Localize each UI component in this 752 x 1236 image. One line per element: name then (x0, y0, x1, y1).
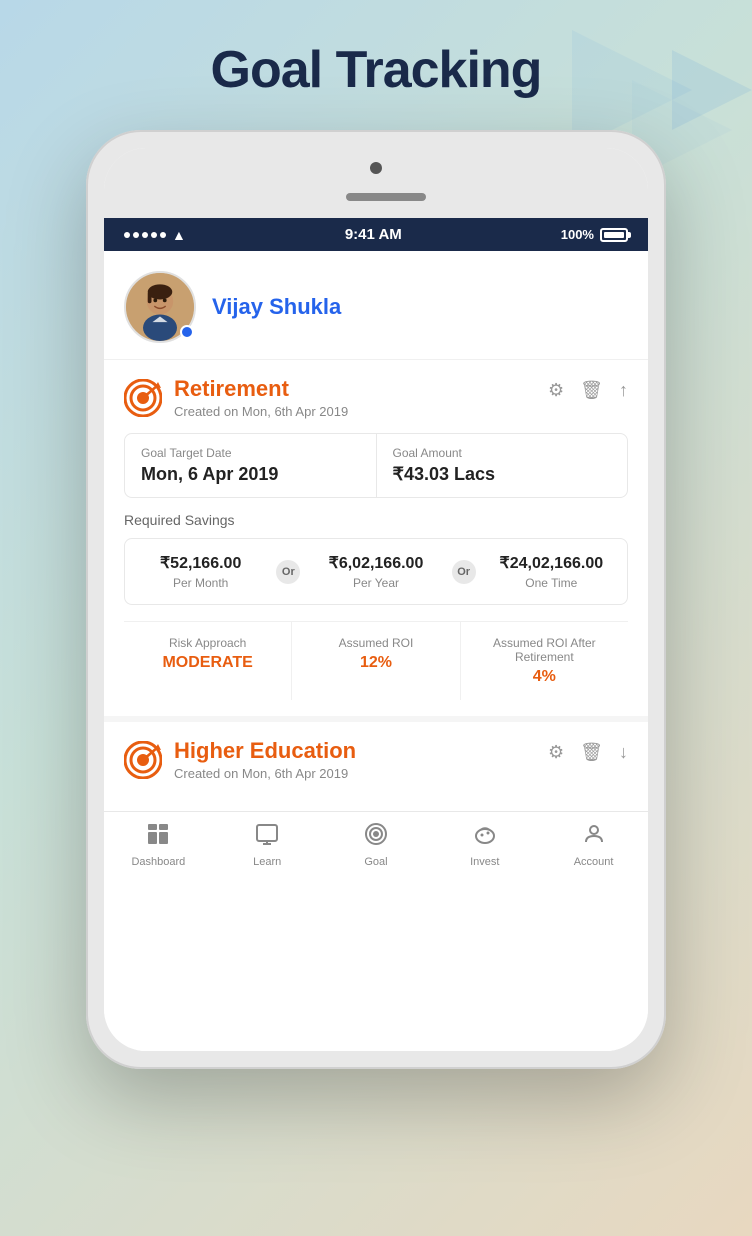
goal1-icon (124, 379, 162, 417)
battery-percentage: 100% (561, 227, 594, 242)
goal1-target-date-value: Mon, 6 Apr 2019 (141, 464, 360, 485)
user-name: Vijay Shukla (212, 294, 341, 320)
goal1-settings-icon[interactable]: ⚙ (548, 380, 564, 401)
signal-dot-3 (142, 232, 148, 238)
goal1-target-date-cell: Goal Target Date Mon, 6 Apr 2019 (125, 434, 377, 497)
roi-label: Assumed ROI (304, 636, 447, 650)
goal2-actions[interactable]: ⚙ 🗑 ↓ (548, 738, 628, 763)
goal1-target-date-label: Goal Target Date (141, 446, 360, 460)
status-signal: ▲ (124, 227, 186, 243)
page-title: Goal Tracking (0, 40, 752, 100)
status-battery: 100% (561, 227, 628, 242)
risk-value: MODERATE (136, 654, 279, 672)
nav-account-label: Account (574, 856, 614, 868)
savings-row: ₹52,166.00 Per Month Or ₹6,02,166.00 Per… (124, 538, 628, 605)
signal-dot-5 (160, 232, 166, 238)
goal2-settings-icon[interactable]: ⚙ (548, 742, 564, 763)
goal1-delete-icon[interactable]: 🗑 (580, 380, 603, 401)
dashboard-icon (146, 822, 170, 852)
goal1-info-row: Goal Target Date Mon, 6 Apr 2019 Goal Am… (124, 433, 628, 498)
avatar-container (124, 271, 196, 343)
avatar-status-dot (180, 325, 194, 339)
phone-frame: ▲ 9:41 AM 100% (86, 130, 666, 1069)
nav-goal[interactable]: Goal (322, 822, 431, 868)
app-content: Vijay Shukla (104, 251, 648, 1051)
nav-dashboard[interactable]: Dashboard (104, 822, 213, 868)
phone-camera (370, 162, 382, 174)
goal2-name: Higher Education (174, 738, 356, 764)
goal1-created: Created on Mon, 6th Apr 2019 (174, 404, 348, 419)
assumed-roi-cell: Assumed ROI 12% (292, 622, 460, 700)
nav-dashboard-label: Dashboard (131, 856, 185, 868)
goal1-header: Retirement Created on Mon, 6th Apr 2019 … (124, 376, 628, 419)
goal1-amount-cell: Goal Amount ₹43.03 Lacs (377, 434, 628, 497)
invest-icon (473, 822, 497, 852)
savings-yearly: ₹6,02,166.00 Per Year (300, 553, 451, 590)
goal1-amount-value: ₹43.03 Lacs (393, 464, 612, 485)
higher-edu-goal-section: Higher Education Created on Mon, 6th Apr… (104, 722, 648, 811)
savings-label: Required Savings (124, 512, 628, 528)
learn-icon (255, 822, 279, 852)
phone-top-bezel (104, 148, 648, 218)
goal1-actions[interactable]: ⚙ 🗑 ↑ (548, 376, 628, 401)
savings-onetime: ₹24,02,166.00 One Time (476, 553, 627, 590)
phone-ear-area (326, 193, 426, 201)
page-title-area: Goal Tracking (0, 0, 752, 130)
phone-inner: ▲ 9:41 AM 100% (104, 148, 648, 1051)
savings-yearly-amount: ₹6,02,166.00 (308, 553, 443, 573)
roi-after-value: 4% (473, 668, 616, 686)
nav-learn-label: Learn (253, 856, 281, 868)
retirement-goal-section: Retirement Created on Mon, 6th Apr 2019 … (104, 360, 648, 722)
signal-dot-2 (133, 232, 139, 238)
nav-account[interactable]: Account (539, 822, 648, 868)
goal1-expand-icon[interactable]: ↑ (619, 380, 628, 401)
goal2-created: Created on Mon, 6th Apr 2019 (174, 766, 356, 781)
goal2-header: Higher Education Created on Mon, 6th Apr… (124, 738, 628, 781)
status-bar: ▲ 9:41 AM 100% (104, 218, 648, 251)
nav-learn[interactable]: Learn (213, 822, 322, 868)
roi-value: 12% (304, 654, 447, 672)
signal-dot-1 (124, 232, 130, 238)
or-badge-2: Or (452, 560, 476, 584)
nav-invest-label: Invest (470, 856, 499, 868)
goal2-title-area: Higher Education Created on Mon, 6th Apr… (124, 738, 356, 781)
goal1-name-area: Retirement Created on Mon, 6th Apr 2019 (174, 376, 348, 419)
goal2-icon (124, 741, 162, 779)
goal2-expand-icon[interactable]: ↓ (619, 742, 628, 763)
savings-monthly-amount: ₹52,166.00 (133, 553, 268, 573)
risk-approach-cell: Risk Approach MODERATE (124, 622, 292, 700)
goal2-delete-icon[interactable]: 🗑 (580, 742, 603, 763)
signal-dots (124, 232, 166, 238)
savings-yearly-label: Per Year (308, 576, 443, 590)
nav-goal-label: Goal (364, 856, 387, 868)
wifi-icon: ▲ (172, 227, 186, 243)
battery-icon (600, 228, 628, 242)
savings-monthly-label: Per Month (133, 576, 268, 590)
nav-invest[interactable]: Invest (430, 822, 539, 868)
goal1-name: Retirement (174, 376, 348, 402)
goal-nav-icon (364, 822, 388, 852)
metrics-row: Risk Approach MODERATE Assumed ROI 12% A… (124, 621, 628, 700)
goal1-amount-label: Goal Amount (393, 446, 612, 460)
account-icon (582, 822, 606, 852)
savings-onetime-amount: ₹24,02,166.00 (484, 553, 619, 573)
battery-fill (604, 232, 624, 238)
phone-speaker (346, 193, 426, 201)
user-header: Vijay Shukla (104, 251, 648, 360)
savings-monthly: ₹52,166.00 Per Month (125, 553, 276, 590)
roi-after-label: Assumed ROI After Retirement (473, 636, 616, 664)
goal2-name-area: Higher Education Created on Mon, 6th Apr… (174, 738, 356, 781)
or-badge-1: Or (276, 560, 300, 584)
risk-label: Risk Approach (136, 636, 279, 650)
roi-after-cell: Assumed ROI After Retirement 4% (461, 622, 628, 700)
signal-dot-4 (151, 232, 157, 238)
goal1-title-area: Retirement Created on Mon, 6th Apr 2019 (124, 376, 348, 419)
bottom-nav: Dashboard Learn (104, 811, 648, 884)
savings-onetime-label: One Time (484, 576, 619, 590)
status-time: 9:41 AM (345, 226, 402, 243)
